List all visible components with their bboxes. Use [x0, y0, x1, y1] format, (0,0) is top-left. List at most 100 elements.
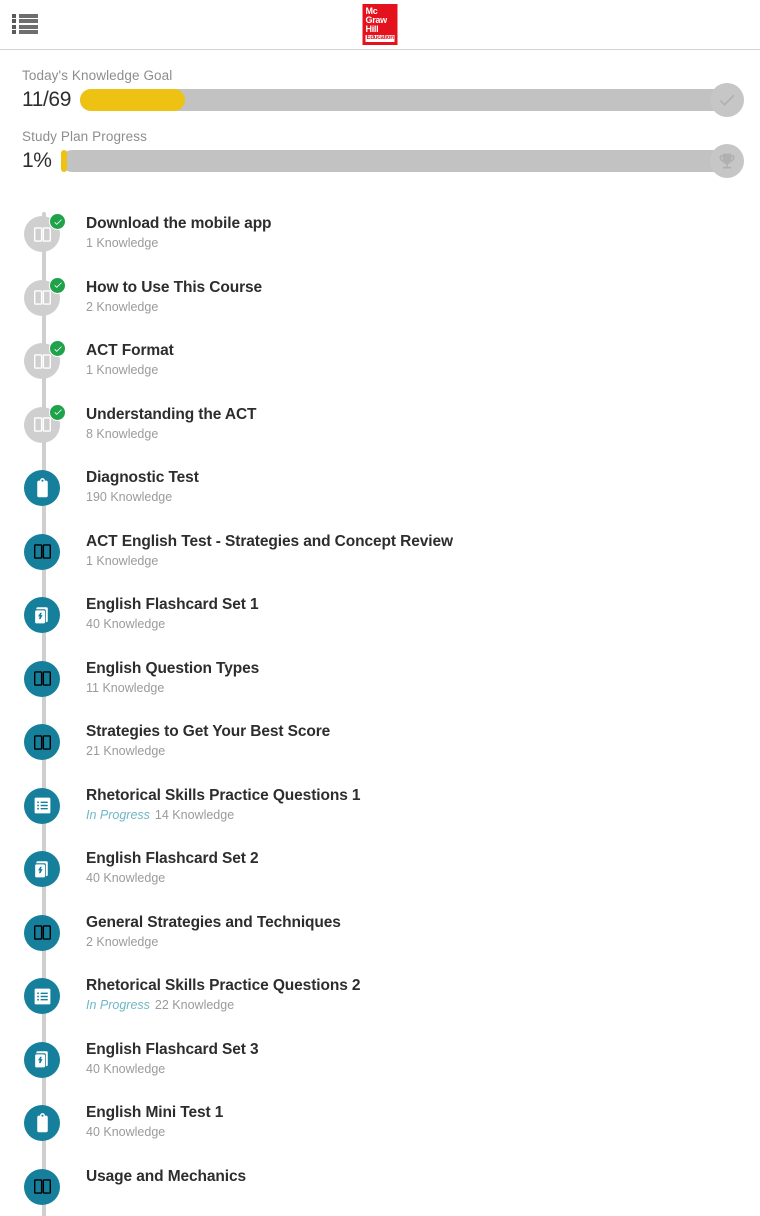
- menu-bar: [19, 24, 38, 29]
- knowledge-count: 22 Knowledge: [154, 998, 235, 1013]
- knowledge-count: 2 Knowledge: [86, 934, 159, 949]
- mcgraw-hill-logo[interactable]: Mc Graw Hill Education: [362, 4, 398, 45]
- open-book-icon[interactable]: [24, 914, 60, 951]
- timeline-item[interactable]: ACT English Test - Strategies and Concep…: [0, 530, 760, 594]
- clipboard-test-icon[interactable]: [24, 1105, 60, 1141]
- knowledge-count: 190 Knowledge: [86, 490, 173, 505]
- knowledge-count: 1 Knowledge: [86, 553, 159, 568]
- timeline-item[interactable]: Download the mobile app 1 Knowledge: [0, 212, 760, 276]
- timeline-item-text: English Flashcard Set 3 40 Knowledge: [60, 1038, 259, 1077]
- menu-dot: [12, 19, 16, 24]
- study-plan-block: Study Plan Progress 1%: [22, 129, 744, 178]
- study-plan-value: 1%: [22, 149, 52, 172]
- open-book-icon[interactable]: [24, 340, 66, 379]
- completed-check-icon: [49, 213, 66, 230]
- flashcard-icon[interactable]: [24, 1041, 60, 1078]
- timeline-item[interactable]: ACT Format 1 Knowledge: [0, 339, 760, 403]
- flashcard-icon[interactable]: [24, 851, 60, 887]
- trophy-icon: [710, 144, 744, 178]
- open-book-icon[interactable]: [24, 1168, 60, 1205]
- timeline-item[interactable]: English Question Types 11 Knowledge: [0, 657, 760, 721]
- timeline-item-text: English Mini Test 1 40 Knowledge: [60, 1101, 223, 1140]
- menu-dot: [12, 24, 16, 29]
- timeline-item-text: How to Use This Course 2 Knowledge: [60, 276, 262, 315]
- logo-line-4: Education: [365, 34, 395, 42]
- timeline-item-subtitle: 2 Knowledge: [86, 935, 341, 950]
- timeline-item-text: English Question Types 11 Knowledge: [60, 657, 259, 696]
- knowledge-goal-row: 11/69: [22, 83, 744, 117]
- completed-check-icon: [49, 403, 66, 421]
- open-book-icon[interactable]: [24, 276, 66, 316]
- open-book-icon[interactable]: [24, 533, 60, 570]
- flashcard-icon[interactable]: [24, 597, 60, 633]
- timeline-item[interactable]: General Strategies and Techniques 2 Knowl…: [0, 911, 760, 975]
- timeline-item[interactable]: How to Use This Course 2 Knowledge: [0, 276, 760, 340]
- timeline-item-title: ACT Format: [86, 342, 174, 359]
- timeline-item-title: English Flashcard Set 1: [86, 596, 259, 613]
- knowledge-count: 40 Knowledge: [86, 617, 166, 632]
- question-list-icon[interactable]: [24, 787, 60, 824]
- timeline-item[interactable]: Usage and Mechanics: [0, 1165, 760, 1216]
- timeline-item-title: Diagnostic Test: [86, 469, 199, 486]
- list-menu-icon[interactable]: [12, 12, 38, 36]
- timeline-item-subtitle: In Progress 14 Knowledge: [86, 808, 360, 823]
- menu-bar: [19, 19, 38, 24]
- timeline-item[interactable]: Diagnostic Test 190 Knowledge: [0, 466, 760, 530]
- timeline-item-text: ACT English Test - Strategies and Concep…: [60, 530, 453, 569]
- menu-bar: [19, 14, 38, 18]
- timeline-item-title: Rhetorical Skills Practice Questions 1: [86, 786, 361, 804]
- menu-dot: [12, 14, 16, 18]
- status-badge: In Progress: [86, 998, 150, 1013]
- timeline-item-subtitle: 40 Knowledge: [86, 871, 259, 886]
- knowledge-count: 40 Knowledge: [86, 871, 166, 886]
- progress-section: Today's Knowledge Goal 11/69 Study Plan …: [0, 50, 760, 198]
- knowledge-count: 1 Knowledge: [86, 363, 159, 378]
- timeline-item[interactable]: Strategies to Get Your Best Score 21 Know…: [0, 720, 760, 784]
- menu-bar: [19, 29, 38, 34]
- knowledge-count: 40 Knowledge: [86, 1125, 166, 1140]
- knowledge-goal-fill: [80, 89, 186, 111]
- study-plan-row: 1%: [22, 144, 744, 178]
- knowledge-count: 2 Knowledge: [86, 299, 159, 314]
- menu-row: [12, 19, 38, 24]
- logo-line-3: Hill: [365, 24, 379, 35]
- timeline-item[interactable]: English Flashcard Set 1 40 Knowledge: [0, 593, 760, 657]
- open-book-icon[interactable]: [24, 213, 66, 252]
- timeline-item-subtitle: 190 Knowledge: [86, 490, 199, 505]
- timeline-item-subtitle: 40 Knowledge: [86, 617, 259, 632]
- timeline-item[interactable]: Rhetorical Skills Practice Questions 1 In…: [0, 784, 760, 848]
- timeline-item-title: English Flashcard Set 2: [86, 850, 259, 867]
- question-list-icon[interactable]: [24, 978, 60, 1014]
- timeline-item[interactable]: Rhetorical Skills Practice Questions 2 In…: [0, 974, 760, 1038]
- timeline-item-text: English Flashcard Set 1 40 Knowledge: [60, 593, 259, 632]
- open-book-icon[interactable]: [24, 660, 60, 697]
- timeline-item[interactable]: Understanding the ACT 8 Knowledge: [0, 403, 760, 467]
- open-book-icon[interactable]: [24, 403, 66, 443]
- knowledge-count: 1 Knowledge: [86, 236, 159, 251]
- knowledge-count: 11 Knowledge: [86, 680, 165, 695]
- timeline-item-title: English Question Types: [86, 659, 260, 677]
- study-plan-label: Study Plan Progress: [22, 129, 147, 144]
- timeline-item-text: Understanding the ACT 8 Knowledge: [60, 403, 257, 442]
- knowledge-goal-block: Today's Knowledge Goal 11/69: [22, 68, 744, 117]
- timeline-item[interactable]: English Flashcard Set 3 40 Knowledge: [0, 1038, 760, 1102]
- timeline-item-text: Download the mobile app 1 Knowledge: [60, 212, 272, 251]
- timeline-item-title: General Strategies and Techniques: [86, 913, 341, 931]
- timeline-item[interactable]: English Flashcard Set 2 40 Knowledge: [0, 847, 760, 911]
- clipboard-test-icon[interactable]: [24, 470, 60, 506]
- open-book-icon[interactable]: [24, 724, 60, 760]
- timeline-item-title: English Mini Test 1: [86, 1104, 224, 1121]
- check-circle-icon: [710, 83, 744, 117]
- timeline-item-title: How to Use This Course: [86, 278, 263, 296]
- timeline-item-text: Diagnostic Test 190 Knowledge: [60, 466, 199, 505]
- knowledge-count: 40 Knowledge: [86, 1061, 166, 1076]
- timeline-item-title: Usage and Mechanics: [86, 1167, 247, 1185]
- knowledge-count: 14 Knowledge: [154, 807, 235, 822]
- timeline-item-subtitle: 40 Knowledge: [86, 1125, 223, 1140]
- menu-row: [12, 14, 38, 18]
- timeline-item-text: Rhetorical Skills Practice Questions 1 In…: [60, 784, 361, 823]
- knowledge-goal-progress-bar: [80, 83, 744, 117]
- timeline-item-text: General Strategies and Techniques 2 Knowl…: [60, 911, 341, 950]
- timeline-item[interactable]: English Mini Test 1 40 Knowledge: [0, 1101, 760, 1165]
- timeline-item-text: English Flashcard Set 2 40 Knowledge: [60, 847, 259, 886]
